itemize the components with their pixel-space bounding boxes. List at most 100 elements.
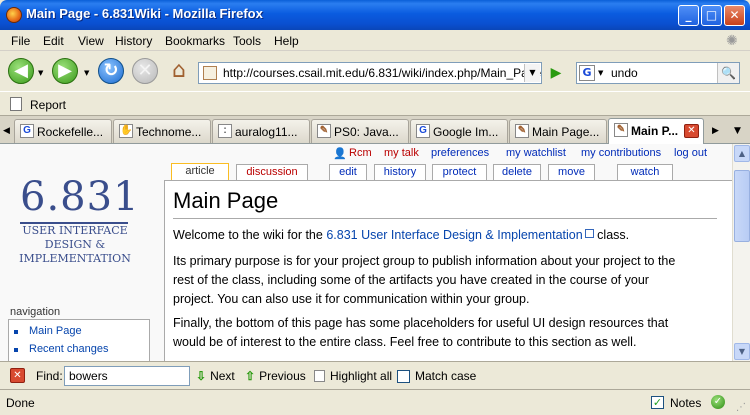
scroll-down-button[interactable]: ▼ xyxy=(734,343,750,360)
menu-help[interactable]: Help xyxy=(274,34,299,48)
search-bar[interactable]: G ▼ undo 🔍 xyxy=(576,62,740,84)
url-bar[interactable]: http://courses.csail.mit.edu/6.831/wiki/… xyxy=(198,62,542,84)
menu-tools[interactable]: Tools xyxy=(233,34,261,48)
preferences-link[interactable]: preferences xyxy=(431,147,489,159)
notes-checkbox[interactable]: ✓ xyxy=(651,396,664,409)
nav-link-main-page[interactable]: Main Page xyxy=(14,325,82,337)
close-findbar-button[interactable]: ✕ xyxy=(10,368,25,383)
scrollbar-thumb[interactable] xyxy=(734,170,750,242)
tab-label: Technome... xyxy=(136,125,202,139)
home-icon: ⌂ xyxy=(172,58,186,83)
tab-article[interactable]: article xyxy=(171,163,229,181)
tab-label: auralog11... xyxy=(235,125,298,139)
navigation-toolbar: ◀ ▼ ▶ ▼ ↻ ✕ ⌂ http://courses.csail.mit.e… xyxy=(0,51,750,91)
match-case-label[interactable]: Match case xyxy=(415,369,476,383)
find-input[interactable]: bowers xyxy=(64,366,190,386)
hand-icon: ✋ xyxy=(119,124,133,138)
tab-scroll-left-icon[interactable]: ◀ xyxy=(3,126,10,136)
close-tab-button[interactable]: ✕ xyxy=(684,124,699,138)
notes-label[interactable]: Notes xyxy=(670,396,701,410)
maximize-button[interactable]: □ xyxy=(701,5,722,26)
tab-delete[interactable]: delete xyxy=(493,164,541,180)
my-contributions-link[interactable]: my contributions xyxy=(581,147,661,159)
home-button[interactable]: ⌂ xyxy=(166,58,192,84)
document-icon: : xyxy=(218,124,232,138)
find-label: Find: xyxy=(36,369,63,383)
forward-button[interactable]: ▶ xyxy=(52,58,78,84)
bookmarks-toolbar: Report xyxy=(0,91,750,116)
search-engine-selector[interactable]: G ▼ xyxy=(579,65,605,81)
close-button[interactable]: ✕ xyxy=(724,5,745,26)
highlight-all-label: Highlight all xyxy=(330,369,393,383)
throbber-icon: ✺ xyxy=(726,33,738,49)
tab-label: Rockefelle... xyxy=(37,125,104,139)
menu-edit[interactable]: Edit xyxy=(43,34,64,48)
article-box: Main Page Welcome to the wiki for the 6.… xyxy=(164,180,732,361)
tab-list-dropdown[interactable]: ▼ xyxy=(734,126,741,136)
arrow-right-icon: ▶ xyxy=(58,60,72,81)
page-icon xyxy=(10,97,22,111)
tab[interactable]: ✎ Main Page... xyxy=(509,119,607,143)
reload-icon: ↻ xyxy=(103,60,119,81)
resize-grip-icon[interactable]: ⋰ xyxy=(736,402,746,413)
tab-history[interactable]: history xyxy=(374,164,426,180)
para2-line: project. You can also use it for communi… xyxy=(173,292,530,306)
menu-view[interactable]: View xyxy=(78,34,104,48)
title-bar[interactable]: Main Page - 6.831Wiki - Mozilla Firefox … xyxy=(0,0,750,30)
url-history-dropdown[interactable]: ▼ xyxy=(524,64,540,82)
tab[interactable]: ✎ PS0: Java... xyxy=(311,119,409,143)
para3-line: would be of interest to the entire class… xyxy=(173,335,637,349)
firefox-icon[interactable] xyxy=(6,7,22,23)
window-title: Main Page - 6.831Wiki - Mozilla Firefox xyxy=(26,6,263,21)
tab-watch[interactable]: watch xyxy=(617,164,673,180)
reload-button[interactable]: ↻ xyxy=(98,58,124,84)
navigation-box: Main Page Recent changes xyxy=(8,319,150,361)
back-button[interactable]: ◀ xyxy=(8,58,34,84)
find-next-button[interactable]: ⇩ Next xyxy=(196,369,235,383)
arrow-down-icon: ⇩ xyxy=(196,369,207,383)
tab[interactable]: : auralog11... xyxy=(212,119,310,143)
page-content: 6.831 USER INTERFACE DESIGN & IMPLEMENTA… xyxy=(0,144,732,361)
tab[interactable]: G Google Im... xyxy=(410,119,508,143)
my-talk-link[interactable]: my talk xyxy=(384,147,419,159)
back-history-dropdown[interactable]: ▼ xyxy=(38,69,43,77)
log-out-link[interactable]: log out xyxy=(674,147,707,159)
search-input[interactable]: undo xyxy=(611,66,638,80)
play-arrow-icon: ▶ xyxy=(550,65,562,81)
menu-bookmarks[interactable]: Bookmarks xyxy=(165,34,225,48)
match-case-checkbox[interactable] xyxy=(397,370,410,383)
search-button[interactable]: 🔍 xyxy=(717,63,739,83)
external-link-icon xyxy=(584,229,594,238)
menu-history[interactable]: History xyxy=(115,34,152,48)
status-text: Done xyxy=(6,396,35,410)
tab-scroll-right-icon[interactable]: ▶ xyxy=(712,126,719,136)
class-link[interactable]: 6.831 User Interface Design & Implementa… xyxy=(326,228,582,242)
nav-link-recent-changes[interactable]: Recent changes xyxy=(14,343,109,355)
page-title: Main Page xyxy=(173,188,279,213)
tab-discussion[interactable]: discussion xyxy=(236,164,308,180)
menu-file[interactable]: File xyxy=(11,34,30,48)
magnifier-icon: 🔍 xyxy=(721,66,736,80)
minimize-button[interactable]: _ xyxy=(678,5,699,26)
go-button[interactable]: ▶ xyxy=(546,63,566,83)
my-watchlist-link[interactable]: my watchlist xyxy=(506,147,566,159)
url-text[interactable]: http://courses.csail.mit.edu/6.831/wiki/… xyxy=(223,66,541,80)
bookmark-report[interactable]: Report xyxy=(30,98,66,112)
tab-edit[interactable]: edit xyxy=(329,164,367,180)
stop-button[interactable]: ✕ xyxy=(132,58,158,84)
user-page-link[interactable]: Rcm xyxy=(349,147,372,159)
tab[interactable]: G Rockefelle... xyxy=(14,119,112,143)
find-previous-button[interactable]: ⇧ Previous xyxy=(245,369,306,383)
title-divider xyxy=(173,218,717,219)
highlight-all-button[interactable]: Highlight all xyxy=(314,369,392,383)
tab[interactable]: ✋ Technome... xyxy=(113,119,211,143)
highlight-icon xyxy=(314,370,325,382)
tab-protect[interactable]: protect xyxy=(432,164,487,180)
tab-label: Google Im... xyxy=(433,125,499,139)
tab-move[interactable]: move xyxy=(548,164,595,180)
scroll-up-button[interactable]: ▲ xyxy=(734,145,750,162)
wiki-logo[interactable]: 6.831 xyxy=(20,174,140,220)
forward-history-dropdown[interactable]: ▼ xyxy=(84,69,89,77)
paragraph-finally: Finally, the bottom of this page has som… xyxy=(173,314,713,352)
vertical-scrollbar[interactable]: ▲ ▼ xyxy=(732,144,750,361)
